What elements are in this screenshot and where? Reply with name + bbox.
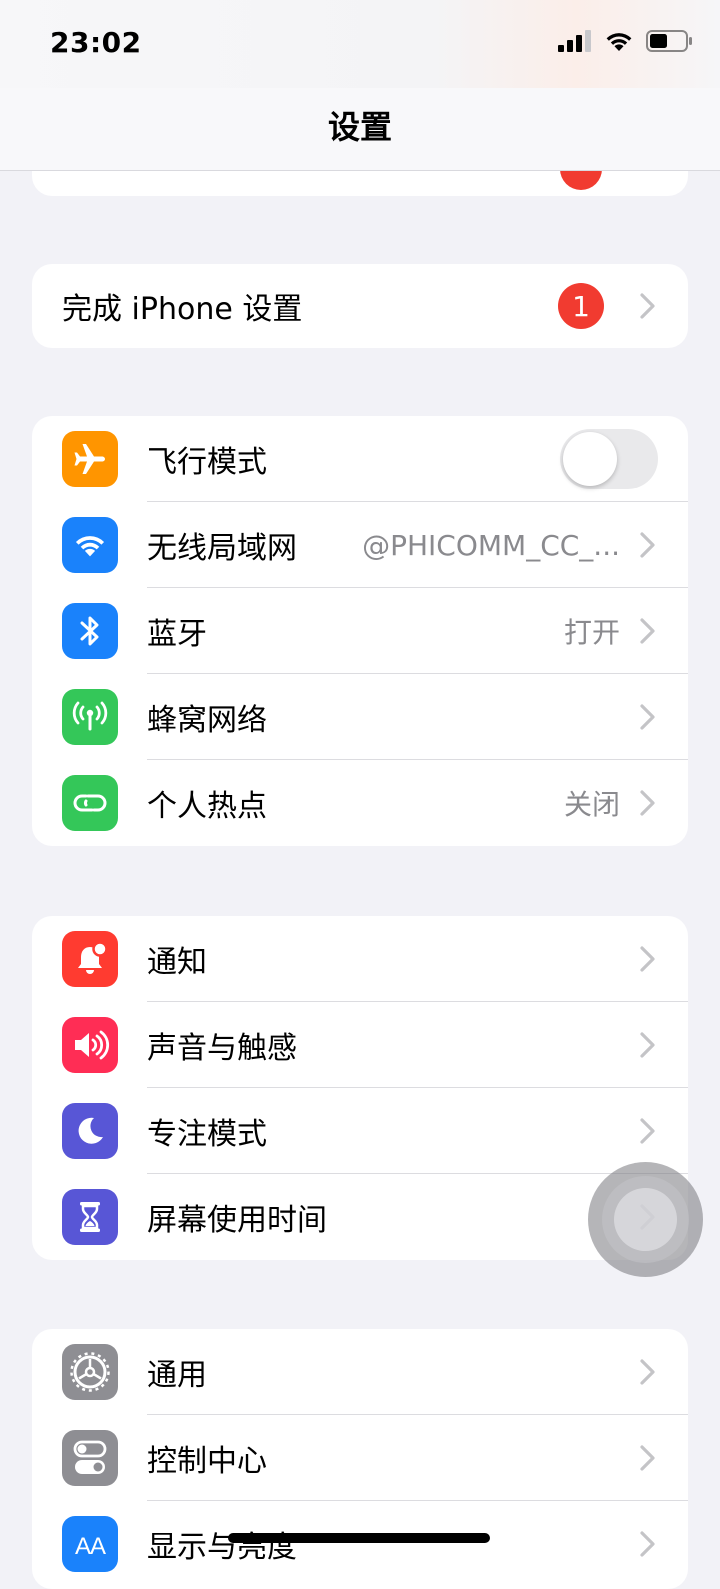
chevron-right-icon [640,532,655,558]
assistive-touch-button[interactable] [588,1162,703,1277]
control-center-label: 控制中心 [147,1444,267,1479]
chevron-right-icon [640,618,655,644]
chevron-right-icon [640,1445,655,1471]
wifi-label: 无线局域网 [147,531,297,566]
bluetooth-icon [62,603,118,659]
chevron-right-icon [640,946,655,972]
focus-label: 专注模式 [147,1117,267,1152]
finish-setup-row[interactable]: 完成 iPhone 设置 1 [32,264,688,348]
status-time: 23:02 [50,26,142,59]
hourglass-icon [62,1189,118,1245]
personal-hotspot-status: 关闭 [563,788,620,821]
control-center-row[interactable]: 控制中心 [32,1415,688,1501]
personal-hotspot-label: 个人热点 [147,789,267,824]
chevron-right-icon [640,1118,655,1144]
airplane-mode-label: 飞行模式 [147,445,267,480]
cellular-signal-icon [558,30,591,52]
status-icons [558,30,692,52]
airplane-mode-toggle[interactable] [560,429,658,489]
navigation-bar: 设置 [0,88,720,171]
toggles-icon [62,1430,118,1486]
wifi-icon [62,517,118,573]
status-bar: 23:02 [0,0,720,88]
sounds-haptics-row[interactable]: 声音与触感 [32,1002,688,1088]
moon-icon [62,1103,118,1159]
cellular-label: 蜂窝网络 [147,703,267,738]
cellular-row[interactable]: 蜂窝网络 [32,674,688,760]
general-label: 通用 [147,1358,207,1393]
setup-group: 完成 iPhone 设置 1 [32,264,688,348]
assistive-touch-center [614,1188,677,1251]
screen-time-label: 屏幕使用时间 [147,1203,327,1238]
finish-setup-label: 完成 iPhone 设置 [62,292,303,327]
general-row[interactable]: 通用 [32,1329,688,1415]
home-indicator[interactable] [228,1533,490,1543]
display-brightness-label: 显示与亮度 [147,1530,297,1565]
battery-icon [646,30,692,52]
toggle-knob [563,432,617,486]
bell-icon [62,931,118,987]
chevron-right-icon [640,1359,655,1385]
wifi-network-name: @PHICOMM_CC_... [362,528,620,562]
cellular-icon [62,689,118,745]
text-size-icon: AA [62,1516,118,1572]
chevron-right-icon [640,790,655,816]
focus-row[interactable]: 专注模式 [32,1088,688,1174]
wifi-status-icon [606,33,632,51]
chevron-right-icon [640,1032,655,1058]
text-size-icon-glyph: AA [74,1533,106,1560]
personal-hotspot-row[interactable]: 个人热点 关闭 [32,760,688,846]
chevron-right-icon [640,1531,655,1557]
wifi-row[interactable]: 无线局域网 @PHICOMM_CC_... [32,502,688,588]
general-group: 通用 控制中心 AA 显示与亮度 [32,1329,688,1589]
page-title: 设置 [327,108,392,146]
notification-badge: 1 [558,283,604,329]
hotspot-icon [62,775,118,831]
bluetooth-row[interactable]: 蓝牙 打开 [32,588,688,674]
sounds-haptics-label: 声音与触感 [147,1031,297,1066]
airplane-icon [62,431,118,487]
bluetooth-label: 蓝牙 [147,617,207,652]
chevron-right-icon [640,293,655,319]
speaker-icon [62,1017,118,1073]
notifications-row[interactable]: 通知 [32,916,688,1002]
chevron-right-icon [640,704,655,730]
connectivity-group: 飞行模式 无线局域网 @PHICOMM_CC_... 蓝牙 打开 蜂窝网络 个人… [32,416,688,846]
bluetooth-status: 打开 [563,616,620,649]
airplane-mode-row[interactable]: 飞行模式 [32,416,688,502]
notifications-label: 通知 [147,945,207,980]
display-brightness-row[interactable]: AA 显示与亮度 [32,1501,688,1587]
gear-icon [62,1344,118,1400]
